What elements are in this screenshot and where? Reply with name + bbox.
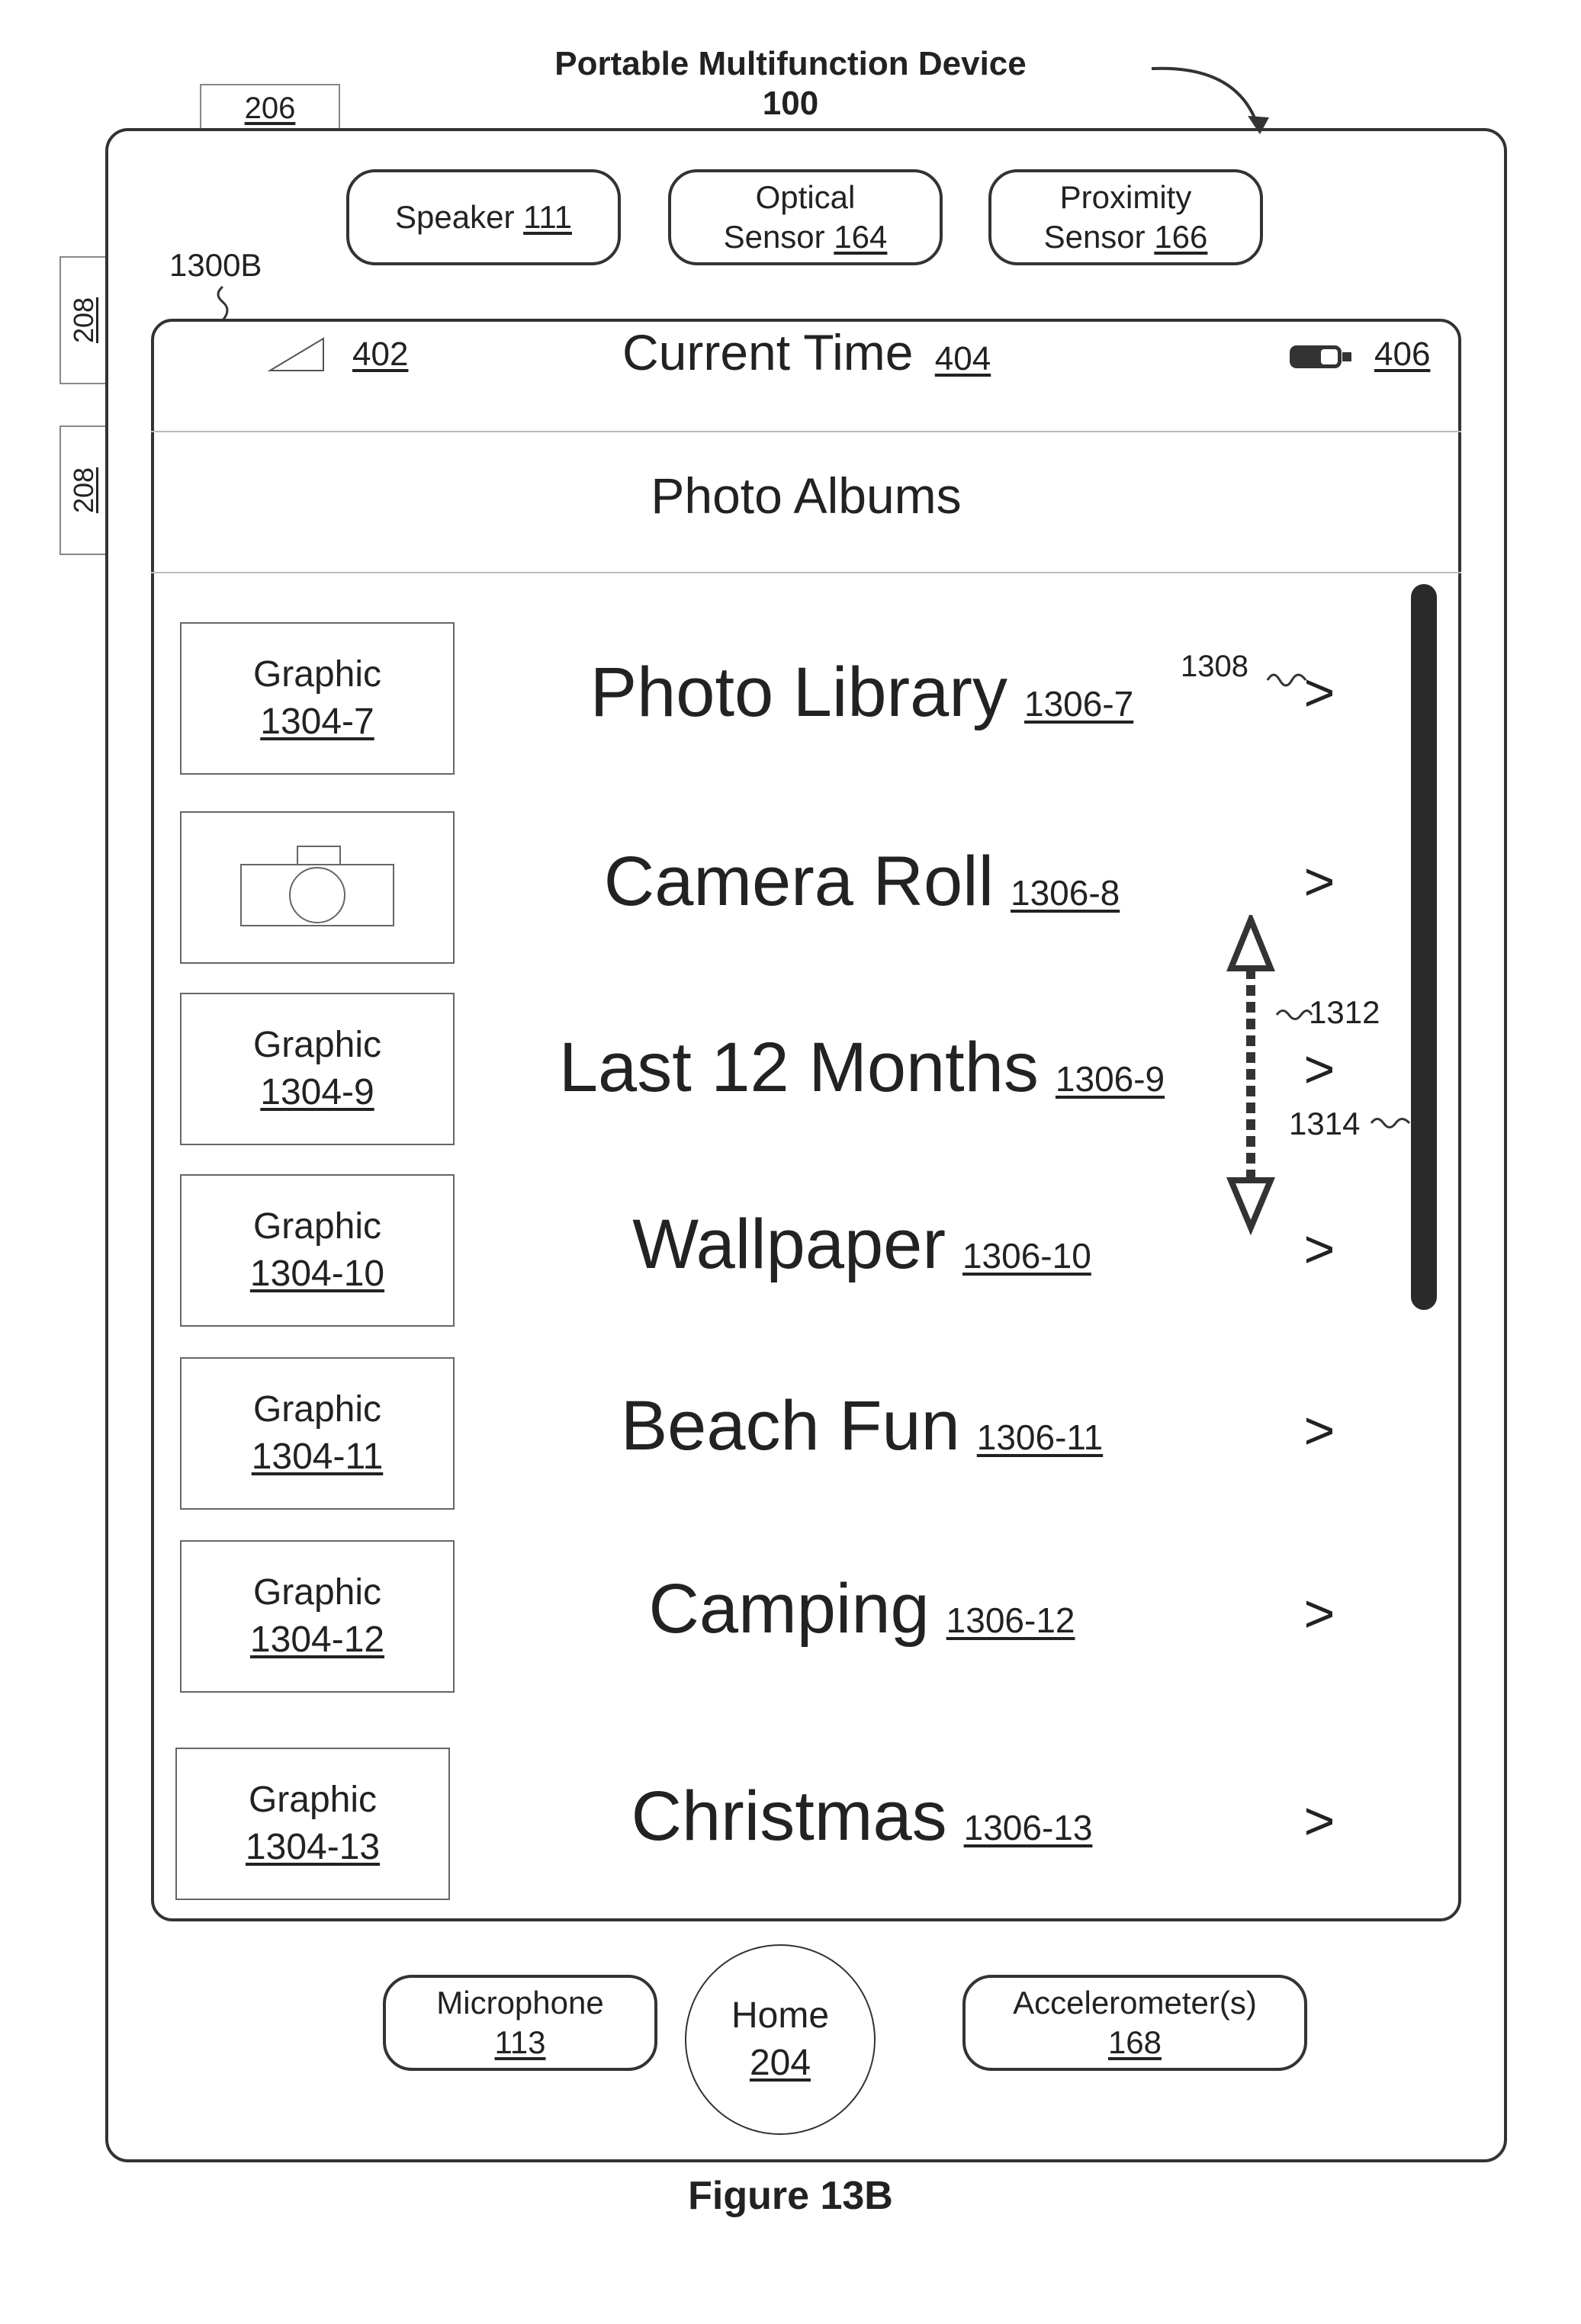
chevron-right-icon[interactable]: > (1297, 851, 1342, 912)
status-bar-divider (151, 431, 1461, 432)
speaker-component: Speaker 111 (346, 169, 621, 265)
home-button[interactable]: Home 204 (685, 1944, 876, 2135)
screen-ref-label: 1300B (169, 247, 262, 284)
chevron-right-icon[interactable]: > (1297, 1038, 1342, 1099)
figure-caption: Figure 13B (0, 2173, 1581, 2219)
album-row-last-12-months[interactable]: Last 12 Months1306-9 (458, 1028, 1266, 1108)
chevron-annotation-label: 1308 (1181, 650, 1248, 684)
microphone-component: Microphone 113 (383, 1975, 657, 2071)
accelerometer-component: Accelerometer(s) 168 (962, 1975, 1307, 2071)
chevron-right-icon[interactable]: > (1297, 1400, 1342, 1461)
album-graphic-photo-library: Graphic 1304-7 (180, 622, 455, 775)
gesture-annotation-squiggle (1275, 1003, 1313, 1026)
scrollbar-annotation-squiggle (1370, 1112, 1411, 1135)
album-graphic-wallpaper: Graphic 1304-10 (180, 1174, 455, 1327)
header-pointer-arrow (1144, 53, 1281, 137)
album-row-wallpaper[interactable]: Wallpaper1306-10 (458, 1205, 1266, 1285)
battery-icon (1289, 343, 1358, 371)
chevron-annotation-squiggle (1266, 665, 1312, 695)
nav-title: Photo Albums (151, 467, 1461, 525)
screen-ref-squiggle (210, 285, 233, 323)
scroll-indicator[interactable] (1411, 584, 1437, 1310)
gesture-annotation-label: 1312 (1309, 994, 1380, 1031)
chevron-right-icon[interactable]: > (1297, 1790, 1342, 1851)
swipe-gesture-arrow (1220, 915, 1281, 1235)
volume-button-lower: 208 (59, 425, 107, 555)
album-row-photo-library[interactable]: Photo Library1306-7 (458, 653, 1266, 733)
album-graphic-camping: Graphic 1304-12 (180, 1540, 455, 1693)
chevron-right-icon[interactable]: > (1297, 1583, 1342, 1644)
optical-sensor-component: Optical Sensor 164 (668, 169, 943, 265)
album-row-camera-roll[interactable]: Camera Roll1306-8 (458, 842, 1266, 922)
scrollbar-annotation-label: 1314 (1289, 1106, 1360, 1142)
volume-button-upper: 208 (59, 256, 107, 384)
album-row-beach-fun[interactable]: Beach Fun1306-11 (458, 1386, 1266, 1466)
album-graphic-last-12-months: Graphic 1304-9 (180, 993, 455, 1145)
album-graphic-christmas: Graphic 1304-13 (175, 1748, 450, 1900)
chevron-right-icon[interactable]: > (1297, 1218, 1342, 1279)
signal-icon (267, 335, 328, 374)
album-graphic-camera-roll (180, 811, 455, 964)
current-time: Current Time 404 (622, 323, 991, 381)
album-row-camping[interactable]: Camping1306-12 (458, 1569, 1266, 1649)
proximity-sensor-component: Proximity Sensor 166 (988, 169, 1263, 265)
album-row-christmas[interactable]: Christmas1306-13 (458, 1777, 1266, 1857)
battery-ref: 406 (1374, 335, 1430, 374)
nav-bar-divider (151, 572, 1461, 573)
camera-icon (233, 842, 401, 933)
top-button-tab: 206 (200, 84, 340, 131)
album-graphic-beach-fun: Graphic 1304-11 (180, 1357, 455, 1510)
signal-ref: 402 (352, 335, 408, 374)
device-title: Portable Multifunction Device (0, 44, 1581, 84)
